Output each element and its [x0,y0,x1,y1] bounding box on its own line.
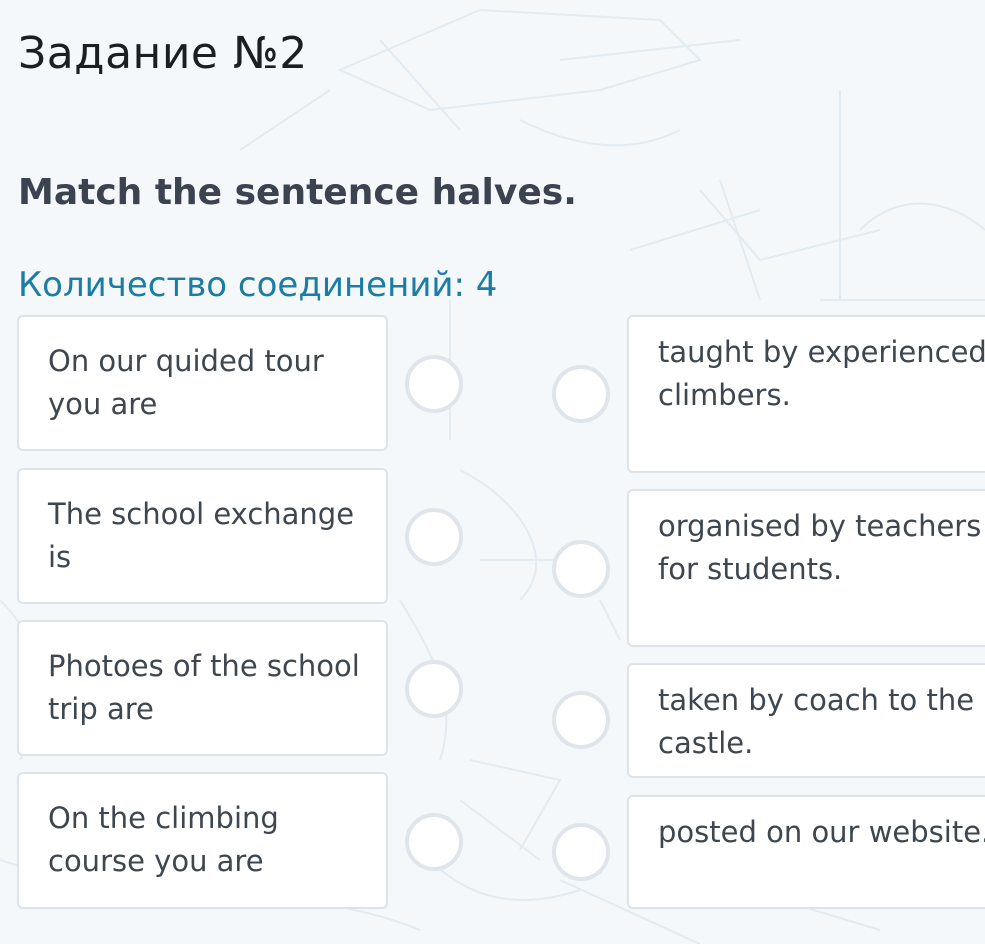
right-item-4[interactable]: posted on our website. [627,795,985,909]
connections-count: Количество соединений: 4 [18,265,498,305]
task-title: Задание №2 [18,28,308,79]
left-item-2[interactable]: The school exchange is [17,468,388,604]
right-item-3[interactable]: taken by coach to the castle. [627,663,985,778]
left-connector-radio-4[interactable] [405,813,463,871]
right-connector-radio-4[interactable] [552,823,610,881]
right-item-2[interactable]: organised by teachers for students. [627,489,985,647]
left-item-3[interactable]: Photoes of the school trip are [17,620,388,756]
left-item-text: The school exchange is [48,497,355,574]
instruction-text: Match the sentence halves. [18,172,577,213]
right-item-text: taught by experienced climbers. [658,335,985,412]
left-connector-radio-1[interactable] [405,355,463,413]
right-connector-radio-3[interactable] [552,691,610,749]
left-connector-radio-3[interactable] [405,660,463,718]
right-connector-radio-1[interactable] [552,365,610,423]
left-item-1[interactable]: On our quided tour you are [17,315,388,451]
left-item-4[interactable]: On the climbing course you are [17,772,388,909]
left-item-text: On the climbing course you are [48,801,279,878]
right-connector-radio-2[interactable] [552,540,610,598]
right-item-text: taken by coach to the castle. [658,683,975,760]
right-item-text: organised by teachers for students. [658,509,982,586]
right-item-1[interactable]: taught by experienced climbers. [627,315,985,473]
left-item-text: Photoes of the school trip are [48,649,360,726]
right-item-text: posted on our website. [658,815,985,849]
left-connector-radio-2[interactable] [405,508,463,566]
left-item-text: On our quided tour you are [48,344,324,421]
